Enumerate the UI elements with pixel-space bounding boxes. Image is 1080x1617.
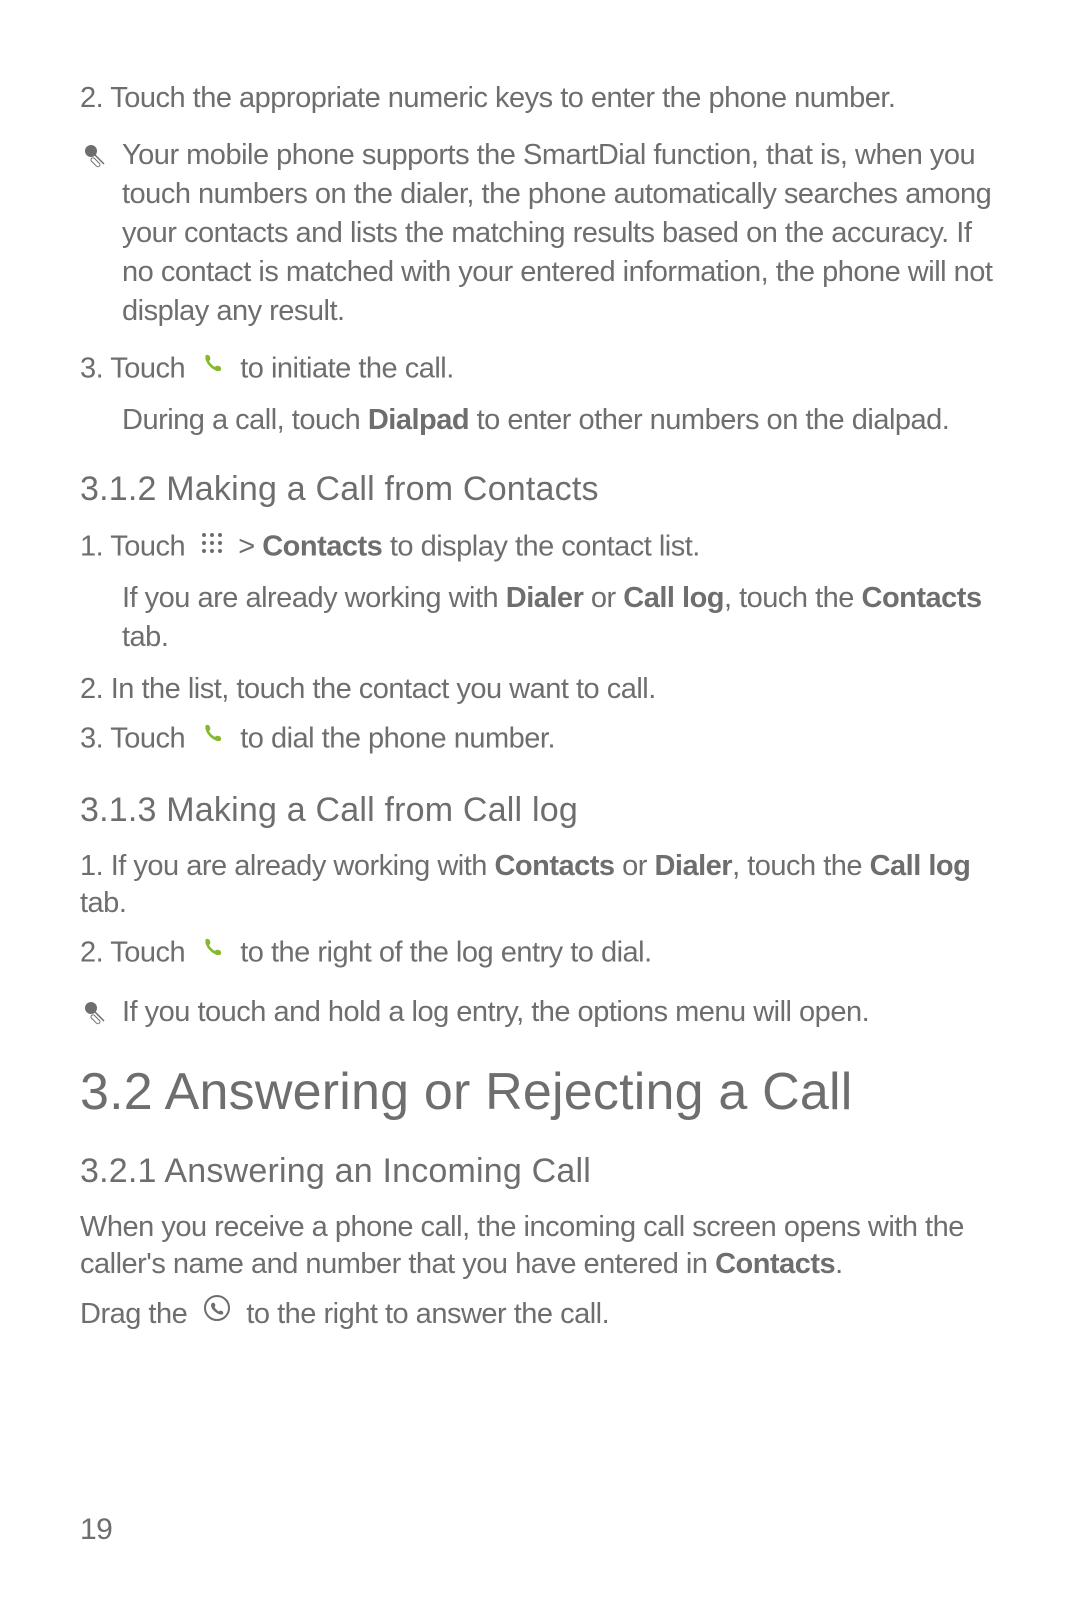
sec312-s1-sub-b2: Call log [623, 582, 724, 614]
sec312-s3-pre: 3. Touch [80, 722, 193, 754]
sec313-s1-mid2: , touch the [732, 850, 870, 882]
sec313-step1: 1. If you are already working with Conta… [80, 848, 1000, 923]
page: 2. Touch the appropriate numeric keys to… [0, 0, 1080, 1617]
sec312-s3-post: to dial the phone number. [240, 722, 555, 754]
sec321-p2: Drag the to the right to answer the call… [80, 1294, 1000, 1337]
step-3-sub-post: to enter other numbers on the dialpad. [469, 404, 949, 436]
sec312-s1-pre: 1. Touch [80, 531, 193, 563]
sec312-s1-mid: > [238, 531, 262, 563]
sec313-s1-b2: Dialer [654, 850, 732, 882]
step-3-sub: During a call, touch Dialpad to enter ot… [122, 401, 1000, 440]
sec313-s2-pre: 2. Touch [80, 936, 193, 968]
phone-icon [201, 719, 225, 757]
sec312-s1-sub: If you are already working with Dialer o… [122, 579, 1000, 657]
sec312-s1-bold: Contacts [262, 531, 382, 563]
sec313-note-text: If you touch and hold a log entry, the o… [122, 993, 1000, 1032]
sec321-p1-bold: Contacts [715, 1248, 835, 1280]
sec312-step1: 1. Touch > Contacts to display the conta… [80, 527, 1000, 569]
step-3-initiate-call: 3. Touch to initiate the call. [80, 349, 1000, 391]
sec321-p1-post: . [835, 1248, 843, 1280]
sec312-s1-sub-b3: Contacts [862, 582, 982, 614]
heading-3-2-1: 3.2.1 Answering an Incoming Call [80, 1152, 1000, 1191]
note-smartdial-row: Your mobile phone supports the SmartDial… [80, 136, 1000, 332]
step-3-pre: 3. Touch [80, 353, 193, 385]
sec313-s1-pre: 1. If you are already working with [80, 850, 494, 882]
sec313-step2: 2. Touch to the right of the log entry t… [80, 933, 1000, 975]
step-3-sub-pre: During a call, touch [122, 404, 368, 436]
sec313-s2-post: to the right of the log entry to dial. [240, 936, 651, 968]
magnifier-note-icon [80, 997, 110, 1027]
answer-drag-icon [203, 1294, 231, 1333]
heading-3-1-2: 3.1.2 Making a Call from Contacts [80, 470, 1000, 509]
heading-3-1-3: 3.1.3 Making a Call from Call log [80, 791, 1000, 830]
sec313-s1-b1: Contacts [494, 850, 614, 882]
magnifier-note-icon [80, 140, 110, 170]
note-smartdial-text: Your mobile phone supports the SmartDial… [122, 136, 1000, 332]
sec313-s1-mid1: or [615, 850, 655, 882]
sec321-p1: When you receive a phone call, the incom… [80, 1209, 1000, 1284]
sec312-step3: 3. Touch to dial the phone number. [80, 719, 1000, 761]
sec321-p2-post: to the right to answer the call. [246, 1298, 609, 1330]
sec312-s1-sub-b1: Dialer [506, 582, 584, 614]
note-icon [80, 993, 122, 1032]
sec321-p2-pre: Drag the [80, 1298, 195, 1330]
step-3-post: to initiate the call. [240, 353, 454, 385]
step-2-numeric-keys: 2. Touch the appropriate numeric keys to… [80, 80, 1000, 118]
page-number: 19 [80, 1513, 112, 1547]
sec313-note-row: If you touch and hold a log entry, the o… [80, 993, 1000, 1032]
sec312-s1-post: to display the contact list. [382, 531, 700, 563]
apps-grid-icon [201, 527, 223, 565]
step-3-sub-bold: Dialpad [368, 404, 469, 436]
sec312-s1-sub-pre: If you are already working with [122, 582, 506, 614]
heading-3-2: 3.2 Answering or Rejecting a Call [80, 1062, 1000, 1122]
sec313-s1-post: tab. [80, 887, 126, 919]
sec312-s1-sub-mid1: or [583, 582, 623, 614]
note-icon [80, 136, 122, 175]
sec312-s1-sub-post: tab. [122, 621, 168, 653]
phone-icon [201, 933, 225, 971]
phone-icon [201, 349, 225, 387]
sec312-s1-sub-mid2: , touch the [724, 582, 862, 614]
sec312-step2: 2. In the list, touch the contact you wa… [80, 671, 1000, 709]
sec313-s1-b3: Call log [870, 850, 971, 882]
